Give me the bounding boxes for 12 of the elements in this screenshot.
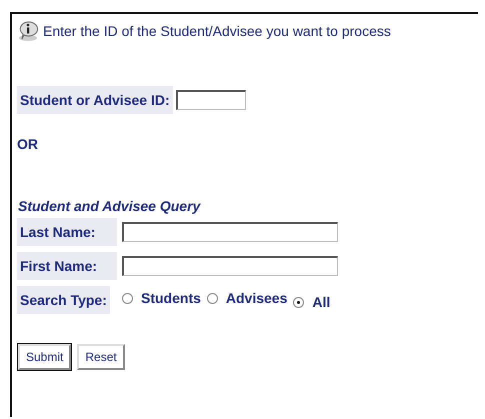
instruction-text: Enter the ID of the Student/Advisee you want to process bbox=[43, 23, 391, 39]
radio-option[interactable]: All bbox=[293, 294, 330, 310]
submit-button[interactable]: Submit bbox=[18, 344, 72, 370]
radio-option[interactable]: Advisees bbox=[206, 290, 288, 306]
section-title: Student and Advisee Query bbox=[18, 198, 200, 214]
field-label: Last Name: bbox=[17, 218, 117, 246]
reset-button[interactable]: Reset bbox=[77, 344, 125, 370]
radio-option[interactable]: Students bbox=[122, 290, 201, 306]
field-label: Student or Advisee ID: bbox=[17, 86, 173, 114]
field-label: First Name: bbox=[17, 252, 117, 280]
or-text: OR bbox=[17, 136, 38, 152]
field-label: Search Type: bbox=[17, 286, 110, 314]
